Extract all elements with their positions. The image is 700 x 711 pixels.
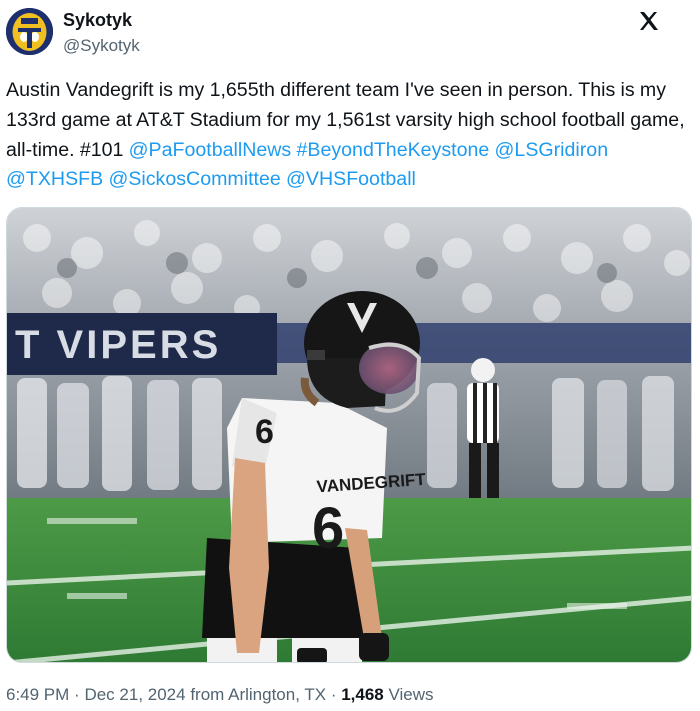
tweet-meta: 6:49 PM · Dec 21, 2024 from Arlington, T… <box>6 685 434 705</box>
author-display-name[interactable]: Sykotyk <box>63 10 132 31</box>
views-label: Views <box>388 685 434 704</box>
helmet-avatar-icon <box>6 8 53 55</box>
mention-pafootballnews[interactable]: @PaFootballNews <box>129 139 292 161</box>
x-logo-icon[interactable] <box>638 10 660 32</box>
tweet-date[interactable]: Dec 21, 2024 <box>84 685 185 704</box>
jersey-number: 6 <box>312 496 344 561</box>
mention-lsgridiron[interactable]: @LSGridiron <box>495 139 609 161</box>
meta-separator: · <box>74 685 80 704</box>
tweet-text: Austin Vandegrift is my 1,655th differen… <box>6 76 694 195</box>
meta-separator: · <box>330 685 337 704</box>
football-player-photo: T VIPERS 6 VANDEGRIFT 6 <box>7 208 691 662</box>
mention-txhsfb[interactable]: @TXHSFB <box>6 168 103 190</box>
tweet-time[interactable]: 6:49 PM <box>6 685 69 704</box>
author-handle[interactable]: @Sykotyk <box>63 36 140 56</box>
banner-text: T VIPERS <box>15 323 221 367</box>
views-count: 1,468 <box>341 685 384 704</box>
avatar[interactable] <box>6 8 53 55</box>
mention-sickoscommittee[interactable]: @SickosCommittee <box>108 168 280 190</box>
tweet-location: from Arlington, TX <box>190 685 327 704</box>
jersey-sleeve-number: 6 <box>255 413 274 451</box>
mention-vhsfootball[interactable]: @VHSFootball <box>286 168 416 190</box>
tweet-photo[interactable]: T VIPERS 6 VANDEGRIFT 6 <box>6 207 692 663</box>
hashtag-beyondthekeystone[interactable]: #BeyondTheKeystone <box>296 139 489 161</box>
tweet-header: Sykotyk @Sykotyk <box>0 0 700 70</box>
